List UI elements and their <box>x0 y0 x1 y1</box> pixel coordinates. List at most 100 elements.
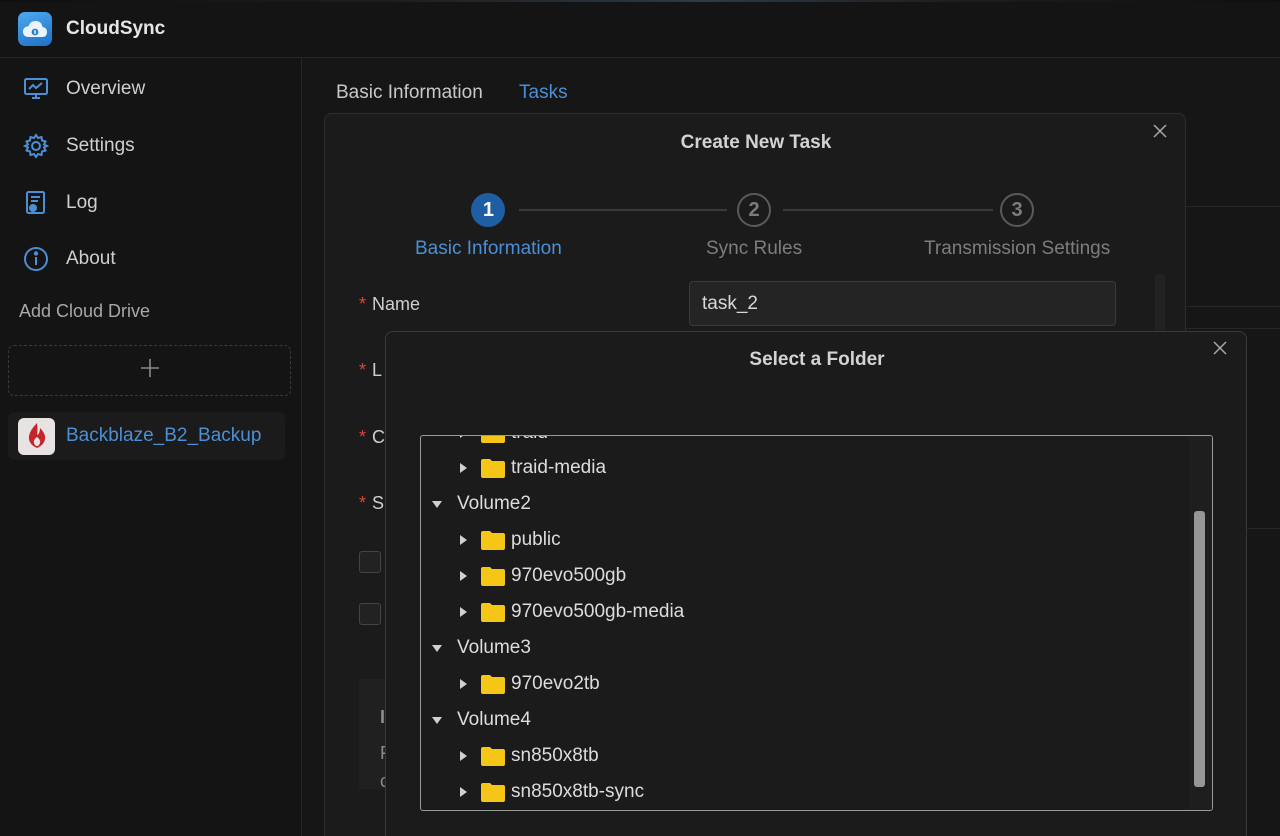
volume-name: Volume3 <box>457 637 531 658</box>
volume-tree-node[interactable]: Volume2 <box>432 488 531 520</box>
sidebar-item-label: Overview <box>66 78 146 99</box>
task-name-input[interactable] <box>689 281 1116 326</box>
folder-name: sn850x8tb-sync <box>511 781 645 802</box>
sidebar-item-label: About <box>66 248 116 269</box>
volume-tree-node[interactable]: Volume3 <box>432 632 531 664</box>
step-number: 1 <box>471 193 506 227</box>
caret-down-icon <box>432 643 442 653</box>
cloud-drive-item[interactable]: Backblaze_B2_Backup <box>8 412 285 460</box>
folder-tree-node[interactable]: traid <box>458 436 548 449</box>
required-mark: * <box>359 427 367 447</box>
backblaze-flame-icon <box>18 417 55 455</box>
folder-tree: traid traid-media Volume2 public <box>420 435 1213 811</box>
sidebar-item-label: Settings <box>66 135 135 156</box>
sidebar: Overview Settings Log About Add Cloud Dr… <box>0 58 302 836</box>
sidebar-item-overview[interactable]: Overview <box>22 71 145 107</box>
close-dialog-button[interactable] <box>1150 121 1170 141</box>
required-mark: * <box>359 360 367 380</box>
add-cloud-drive-button[interactable] <box>8 345 291 396</box>
caret-right-icon <box>458 679 468 689</box>
name-field-label: * Name <box>359 294 421 314</box>
sidebar-item-label: Log <box>66 192 98 213</box>
caret-right-icon <box>458 787 468 797</box>
folder-icon <box>481 675 505 694</box>
gear-icon <box>22 132 50 160</box>
monitor-chart-icon <box>22 75 50 103</box>
caret-right-icon <box>458 571 468 581</box>
folder-tree-node[interactable]: 970evo2tb <box>458 668 600 700</box>
step-transmission-settings: 3 Transmission Settings <box>924 193 1110 260</box>
option-checkbox[interactable] <box>359 603 381 625</box>
dialog-scrollbar[interactable] <box>1155 274 1165 334</box>
sidebar-item-settings[interactable]: Settings <box>22 128 135 164</box>
app-header: CloudSync <box>0 0 1280 58</box>
caret-right-icon <box>458 751 468 761</box>
step-number: 3 <box>1000 193 1035 227</box>
volume-name: Volume2 <box>457 493 531 514</box>
step-basic-information: 1 Basic Information <box>415 193 562 260</box>
folder-tree-node[interactable]: sn850x8tb-sync <box>458 776 644 808</box>
tree-scrollbar-thumb[interactable] <box>1194 511 1205 787</box>
folder-name: traid <box>511 436 548 444</box>
step-sync-rules: 2 Sync Rules <box>706 193 802 260</box>
option-checkbox[interactable] <box>359 551 381 573</box>
folder-name: 970evo500gb <box>511 565 627 586</box>
folder-icon <box>481 567 505 586</box>
sidebar-item-about[interactable]: About <box>22 241 116 277</box>
tab-tasks[interactable]: Tasks <box>519 82 568 104</box>
folder-name: 970evo500gb-media <box>511 601 685 622</box>
folder-tree-node[interactable]: traid-media <box>458 452 606 484</box>
dialog-title: Select a Folder <box>749 349 885 370</box>
sidebar-item-log[interactable]: Log <box>22 185 98 221</box>
folder-tree-node[interactable]: 970evo500gb-media <box>458 596 684 628</box>
volume-tree-node[interactable]: Volume4 <box>432 704 531 736</box>
folder-icon <box>481 459 505 478</box>
close-icon <box>1153 124 1167 138</box>
folder-name: 970evo2tb <box>511 673 600 694</box>
folder-name: traid-media <box>511 457 607 478</box>
caret-down-icon <box>432 715 442 725</box>
folder-icon <box>481 747 505 766</box>
info-icon <box>22 245 50 273</box>
folder-icon <box>481 436 505 443</box>
folder-icon <box>481 531 505 550</box>
folder-tree-node[interactable]: public <box>458 524 561 556</box>
add-cloud-drive-label: Add Cloud Drive <box>19 301 151 321</box>
tab-basic-information[interactable]: Basic Information <box>336 82 483 104</box>
folder-tree-node[interactable]: 970evo500gb <box>458 560 626 592</box>
caret-right-icon <box>458 535 468 545</box>
cloud-logo-icon <box>18 11 52 46</box>
step-label: Basic Information <box>415 238 562 259</box>
folder-icon <box>481 783 505 802</box>
background-divider <box>1183 206 1280 207</box>
caret-right-icon <box>458 436 468 438</box>
sync-direction-field-label: * S <box>359 493 385 513</box>
folder-name: sn850x8tb <box>511 745 599 766</box>
app-window: CloudSync Overview Settings Log About Ad… <box>0 0 1280 836</box>
step-label: Transmission Settings <box>924 238 1111 259</box>
folder-tree-node[interactable]: sn850x8tb <box>458 740 599 772</box>
step-label: Sync Rules <box>706 238 803 259</box>
caret-right-icon <box>458 607 468 617</box>
close-dialog-button[interactable] <box>1210 338 1230 358</box>
app-title: CloudSync <box>66 17 166 39</box>
volume-name: Volume4 <box>457 709 531 730</box>
folder-icon <box>481 603 505 622</box>
log-icon <box>22 189 50 217</box>
select-folder-dialog: Select a Folder traid traid-media <box>385 331 1247 836</box>
plus-icon <box>140 358 160 383</box>
close-icon <box>1213 341 1227 355</box>
cloud-drive-label: Backblaze_B2_Backup <box>66 425 262 446</box>
window-top-strip <box>0 0 1280 2</box>
caret-right-icon <box>458 463 468 473</box>
folder-name: public <box>511 529 561 550</box>
background-divider <box>1183 328 1280 329</box>
step-number: 2 <box>737 193 772 227</box>
local-folder-field-label: * L <box>359 360 383 380</box>
caret-down-icon <box>432 499 442 509</box>
required-mark: * <box>359 294 367 314</box>
background-divider <box>1183 306 1280 307</box>
dialog-title: Create New Task <box>680 132 832 153</box>
required-mark: * <box>359 493 367 513</box>
cloud-folder-field-label: * C <box>359 427 386 447</box>
